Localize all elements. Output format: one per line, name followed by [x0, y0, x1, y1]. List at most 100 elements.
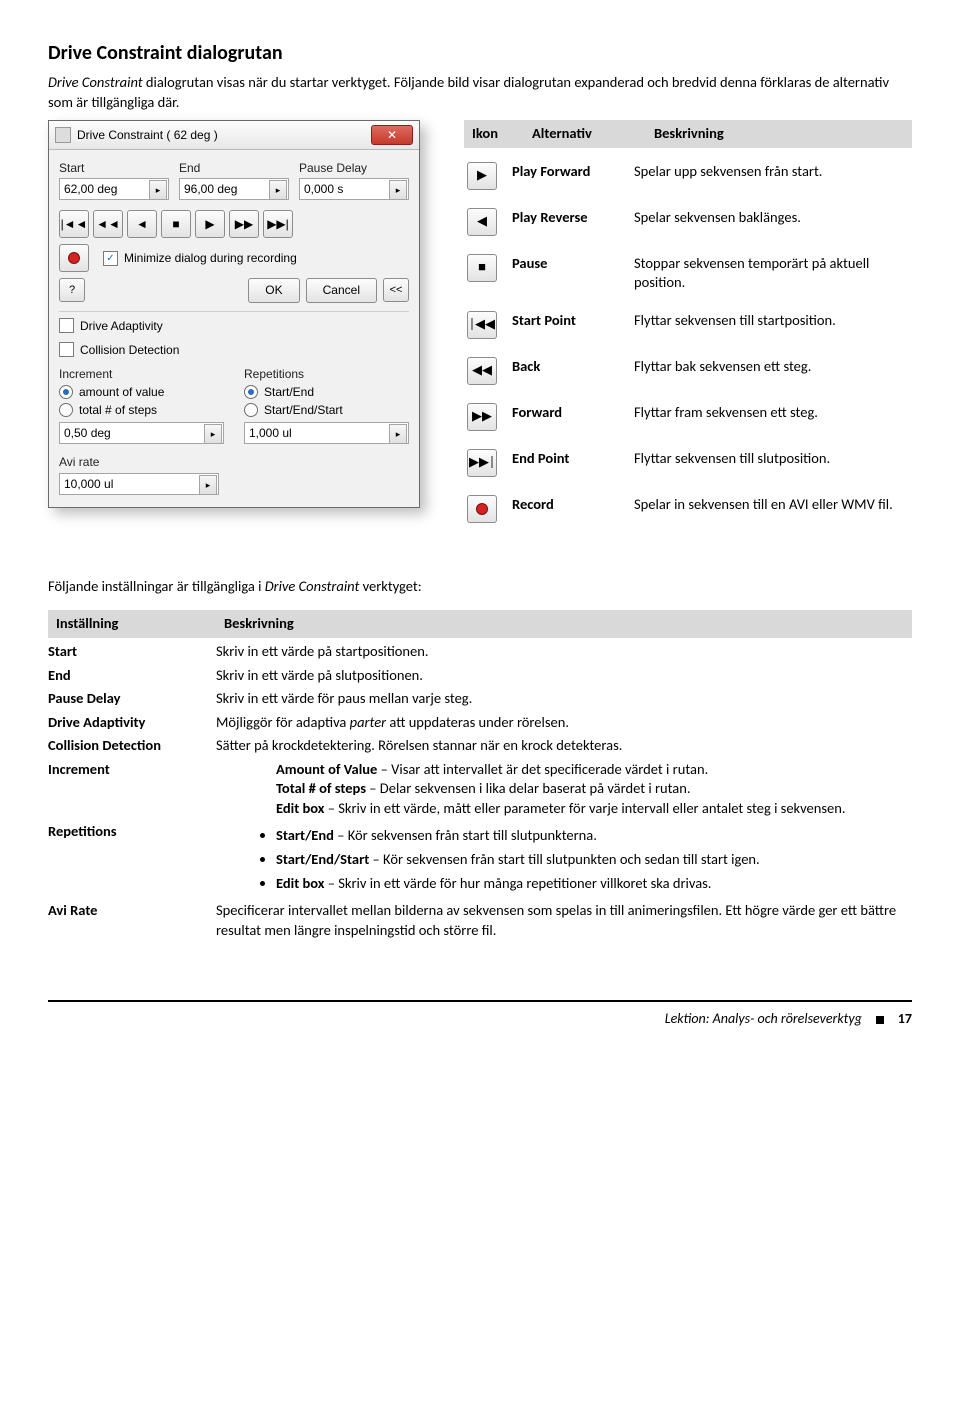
dropdown-icon[interactable]: ▸: [269, 180, 287, 200]
intro-rest: dialogrutan visas när du startar verktyg…: [48, 73, 889, 111]
pause-button[interactable]: ■: [161, 210, 191, 238]
play-forward-button[interactable]: ▶: [195, 210, 225, 238]
window-title: Drive Constraint ( 62 deg ): [77, 127, 218, 143]
end-point-desc: Flyttar sekvensen till slutposition.: [634, 449, 912, 469]
inc-edit-b: Edit box: [276, 799, 324, 817]
setting-end-label: End: [48, 666, 216, 686]
col-setting-desc: Beskrivning: [224, 614, 904, 634]
adapt-a: Möjliggör för adaptiva: [216, 713, 350, 731]
play-forward-label: Play Forward: [512, 162, 622, 182]
collision-checkbox[interactable]: [59, 342, 74, 357]
cancel-button[interactable]: Cancel: [306, 278, 377, 302]
rep-se-b: Start/End: [276, 826, 334, 844]
adaptivity-label: Drive Adaptivity: [80, 318, 163, 334]
pause-label: Pause: [512, 254, 622, 274]
inc-edit-t: – Skriv in ett värde, mått eller paramet…: [324, 799, 845, 817]
setting-start-label: Start: [48, 642, 216, 662]
amount-label: amount of value: [79, 384, 164, 400]
inc-amount-t: – Visar att intervallet är det specifice…: [377, 760, 708, 778]
back-button[interactable]: ◄◄: [93, 210, 123, 238]
dropdown-icon[interactable]: ▸: [389, 180, 407, 200]
setting-row-avi: Avi Rate Specificerar intervallet mellan…: [48, 901, 912, 940]
setting-repetitions-label: Repetitions: [48, 822, 216, 842]
setting-collision-label: Collision Detection: [48, 736, 216, 756]
pause-icon: ■: [467, 254, 497, 282]
start-point-label: Start Point: [512, 311, 622, 331]
adapt-c: att uppdateras under rörelsen.: [386, 713, 569, 731]
amount-radio[interactable]: [59, 385, 73, 399]
page-title: Drive Constraint dialogrutan: [48, 40, 912, 67]
end-point-icon: ▶▶|: [467, 449, 497, 477]
setting-row-start: Start Skriv in ett värde på startpositio…: [48, 642, 912, 662]
col-alt: Alternativ: [532, 124, 642, 144]
collapse-button[interactable]: <<: [383, 278, 409, 302]
rep-ses: Start/End/Start – Kör sekvensen från sta…: [276, 850, 912, 870]
increment-input[interactable]: [59, 422, 224, 444]
avi-rate-label: Avi rate: [59, 454, 409, 470]
forward-button[interactable]: ▶▶: [229, 210, 259, 238]
setting-row-increment: Increment Amount of Value – Visar att in…: [48, 760, 912, 819]
col-icon: Ikon: [472, 124, 520, 144]
settings-intro-a: Följande inställningar är tillgängliga i: [48, 577, 265, 595]
minimize-checkbox[interactable]: ✓: [103, 251, 118, 266]
forward-desc: Flyttar fram sekvensen ett steg.: [634, 403, 912, 423]
setting-row-end: End Skriv in ett värde på slutpositionen…: [48, 666, 912, 686]
back-icon: ◀◀: [467, 357, 497, 385]
play-reverse-button[interactable]: ◄: [127, 210, 157, 238]
record-button[interactable]: [59, 244, 89, 272]
rep-ed: Edit box – Skriv in ett värde för hur må…: [276, 874, 912, 894]
start-point-icon: |◀◀: [467, 311, 497, 339]
setting-pause-desc: Skriv in ett värde för paus mellan varje…: [216, 689, 912, 709]
end-label: End: [179, 160, 289, 176]
total-steps-radio[interactable]: [59, 403, 73, 417]
rep-ses-t: – Kör sekvensen från start till slutpunk…: [369, 850, 759, 868]
play-reverse-icon: ◀: [467, 208, 497, 236]
start-end-start-radio[interactable]: [244, 403, 258, 417]
adapt-b: parter: [350, 713, 386, 731]
play-forward-icon: ▶: [467, 162, 497, 190]
repetitions-input[interactable]: [244, 422, 409, 444]
play-reverse-desc: Spelar sekvensen baklänges.: [634, 208, 912, 228]
footer-square-icon: [876, 1016, 884, 1024]
dropdown-icon[interactable]: ▸: [389, 424, 407, 444]
setting-collision-desc: Sätter på krockdetektering. Rörelsen sta…: [216, 736, 912, 756]
close-button[interactable]: ✕: [371, 125, 413, 145]
icon-row-play-reverse: ◀ Play Reverse Spelar sekvensen baklänge…: [464, 208, 912, 236]
play-forward-desc: Spelar upp sekvensen från start.: [634, 162, 912, 182]
start-label: Start: [59, 160, 169, 176]
start-end-label: Start/End: [264, 384, 314, 400]
record-label: Record: [512, 495, 622, 515]
icon-row-start-point: |◀◀ Start Point Flyttar sekvensen till s…: [464, 311, 912, 339]
start-end-radio[interactable]: [244, 385, 258, 399]
setting-pause-label: Pause Delay: [48, 689, 216, 709]
pause-delay-label: Pause Delay: [299, 160, 409, 176]
icon-row-end-point: ▶▶| End Point Flyttar sekvensen till slu…: [464, 449, 912, 477]
forward-icon: ▶▶: [467, 403, 497, 431]
icon-row-pause: ■ Pause Stoppar sekvensen temporärt på a…: [464, 254, 912, 293]
setting-increment-label: Increment: [48, 760, 216, 780]
help-button[interactable]: ?: [59, 278, 85, 302]
start-end-start-label: Start/End/Start: [264, 402, 343, 418]
settings-intro: Följande inställningar är tillgängliga i…: [48, 577, 912, 597]
dropdown-icon[interactable]: ▸: [199, 475, 217, 495]
pause-desc: Stoppar sekvensen temporärt på aktuell p…: [634, 254, 912, 293]
adaptivity-checkbox[interactable]: [59, 318, 74, 333]
settings-table-header: Inställning Beskrivning: [48, 610, 912, 638]
end-point-button[interactable]: ▶▶|: [263, 210, 293, 238]
ok-button[interactable]: OK: [248, 278, 299, 302]
start-point-button[interactable]: |◄◄: [59, 210, 89, 238]
footer-text: Lektion: Analys- och rörelseverktyg: [665, 1010, 862, 1029]
icon-table-header: Ikon Alternativ Beskrivning: [464, 120, 912, 148]
dropdown-icon[interactable]: ▸: [149, 180, 167, 200]
rep-ses-b: Start/End/Start: [276, 850, 369, 868]
play-reverse-label: Play Reverse: [512, 208, 622, 228]
rep-se: Start/End – Kör sekvensen från start til…: [276, 826, 912, 846]
icon-row-back: ◀◀ Back Flyttar bak sekvensen ett steg.: [464, 357, 912, 385]
rep-ed-t: – Skriv in ett värde för hur många repet…: [324, 874, 711, 892]
dropdown-icon[interactable]: ▸: [204, 424, 222, 444]
setting-avi-desc: Specificerar intervallet mellan bilderna…: [216, 901, 912, 940]
setting-avi-label: Avi Rate: [48, 901, 216, 921]
window-titlebar: Drive Constraint ( 62 deg ) ✕: [49, 121, 419, 150]
avi-rate-input[interactable]: [59, 473, 219, 495]
settings-intro-italic: Drive Constraint: [265, 577, 360, 595]
